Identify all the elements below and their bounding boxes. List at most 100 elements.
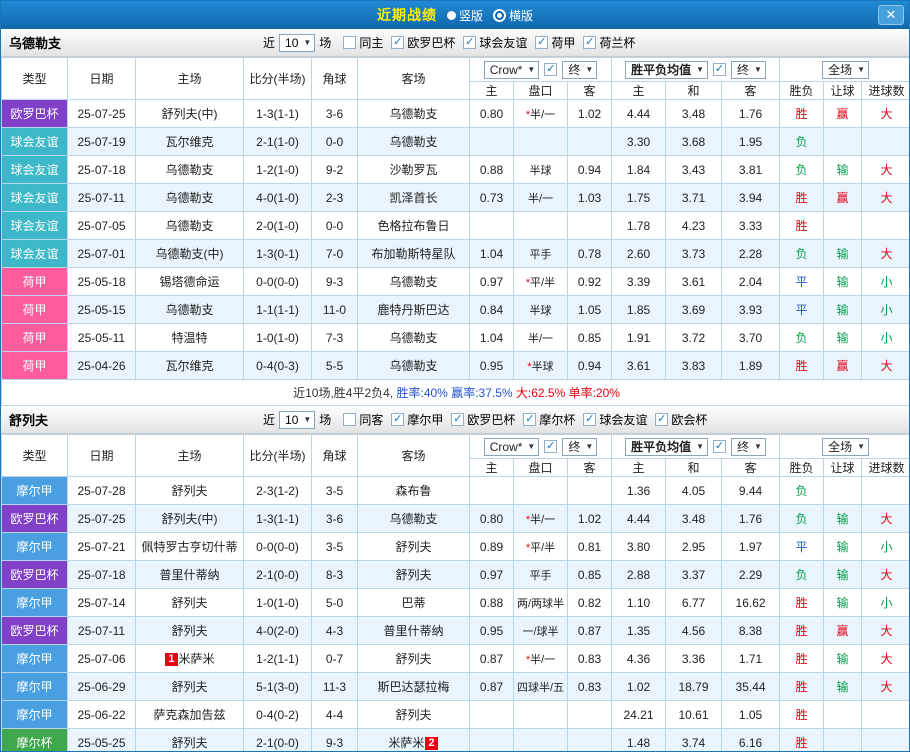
away-team-cell[interactable]: 凯泽首长	[358, 184, 470, 212]
score-cell[interactable]: 4-0(1-0)	[244, 184, 312, 212]
filter-checkbox-checked[interactable]	[463, 36, 476, 49]
away-team-cell[interactable]: 巴蒂	[358, 589, 470, 617]
filter-checkbox-checked[interactable]	[523, 413, 536, 426]
away-team-cell[interactable]: 沙勒罗瓦	[358, 156, 470, 184]
away-team-cell[interactable]: 舒列夫	[358, 701, 470, 729]
score-cell[interactable]: 1-2(1-1)	[244, 645, 312, 673]
away-team-cell[interactable]: 森布鲁	[358, 477, 470, 505]
home-team-cell[interactable]: 舒列夫(中)	[136, 505, 244, 533]
filter-checkbox-label[interactable]: 荷兰杯	[599, 34, 635, 51]
home-team-cell[interactable]: 舒列夫	[136, 729, 244, 752]
avg-final-select[interactable]: 终▼	[731, 438, 766, 456]
away-team-cell[interactable]: 普里什蒂纳	[358, 617, 470, 645]
filter-checkbox-label[interactable]: 同主	[359, 34, 383, 51]
filter-checkbox-checked[interactable]	[391, 36, 404, 49]
filter-checkbox-label[interactable]: 同客	[359, 411, 383, 428]
home-team-cell[interactable]: 瓦尔维克	[136, 128, 244, 156]
score-cell[interactable]: 4-0(2-0)	[244, 617, 312, 645]
filter-checkbox-checked[interactable]	[451, 413, 464, 426]
away-team-cell[interactable]: 乌德勒支	[358, 352, 470, 380]
match-count-select[interactable]: 10▼	[279, 411, 315, 429]
score-cell[interactable]: 2-3(1-2)	[244, 477, 312, 505]
away-team-cell[interactable]: 乌德勒支	[358, 100, 470, 128]
avg-final-select[interactable]: 终▼	[731, 61, 766, 79]
filter-checkbox-unchecked[interactable]	[343, 36, 356, 49]
odds-final-select[interactable]: 终▼	[562, 61, 597, 79]
score-cell[interactable]: 2-0(1-0)	[244, 212, 312, 240]
home-team-cell[interactable]: 普里什蒂纳	[136, 561, 244, 589]
scope-select[interactable]: 全场▼	[822, 61, 869, 79]
filter-checkbox-label[interactable]: 欧罗巴杯	[407, 34, 455, 51]
score-cell[interactable]: 1-3(1-1)	[244, 505, 312, 533]
view-mode-horizontal[interactable]: 横版	[493, 7, 533, 24]
filter-checkbox-label[interactable]: 球会友谊	[479, 34, 527, 51]
filter-checkbox-unchecked[interactable]	[343, 413, 356, 426]
filter-checkbox-checked[interactable]	[535, 36, 548, 49]
away-team-cell[interactable]: 乌德勒支	[358, 268, 470, 296]
score-cell[interactable]: 1-2(1-0)	[244, 156, 312, 184]
home-team-cell[interactable]: 乌德勒支	[136, 156, 244, 184]
close-button[interactable]: ✕	[878, 5, 904, 25]
home-team-cell[interactable]: 1米萨米	[136, 645, 244, 673]
filter-checkbox-label[interactable]: 荷甲	[551, 34, 575, 51]
away-team-cell[interactable]: 鹿特丹斯巴达	[358, 296, 470, 324]
home-team-cell[interactable]: 乌德勒支	[136, 184, 244, 212]
away-team-cell[interactable]: 舒列夫	[358, 561, 470, 589]
score-cell[interactable]: 2-1(0-0)	[244, 561, 312, 589]
filter-checkbox-checked[interactable]	[583, 36, 596, 49]
odds-company-select[interactable]: Crow*▼	[484, 61, 540, 79]
home-team-cell[interactable]: 乌德勒支(中)	[136, 240, 244, 268]
filter-checkbox-checked[interactable]	[583, 413, 596, 426]
score-cell[interactable]: 1-0(1-0)	[244, 589, 312, 617]
home-team-cell[interactable]: 舒列夫	[136, 477, 244, 505]
avg-final-checkbox-checked[interactable]	[713, 440, 726, 453]
home-team-cell[interactable]: 锡塔德命运	[136, 268, 244, 296]
score-cell[interactable]: 0-4(0-3)	[244, 352, 312, 380]
score-cell[interactable]: 1-1(1-1)	[244, 296, 312, 324]
filter-checkbox-label[interactable]: 球会友谊	[599, 411, 647, 428]
score-cell[interactable]: 1-0(1-0)	[244, 324, 312, 352]
home-team-cell[interactable]: 乌德勒支	[136, 296, 244, 324]
away-team-cell[interactable]: 舒列夫	[358, 533, 470, 561]
match-count-select[interactable]: 10▼	[279, 34, 315, 52]
away-team-cell[interactable]: 斯巴达瑟拉梅	[358, 673, 470, 701]
score-cell[interactable]: 0-4(0-2)	[244, 701, 312, 729]
score-cell[interactable]: 0-0(0-0)	[244, 533, 312, 561]
home-team-cell[interactable]: 舒列夫	[136, 617, 244, 645]
away-team-cell[interactable]: 乌德勒支	[358, 128, 470, 156]
home-team-cell[interactable]: 乌德勒支	[136, 212, 244, 240]
filter-checkbox-checked[interactable]	[655, 413, 668, 426]
scope-select[interactable]: 全场▼	[822, 438, 869, 456]
score-cell[interactable]: 0-0(0-0)	[244, 268, 312, 296]
home-team-cell[interactable]: 特温特	[136, 324, 244, 352]
away-team-cell[interactable]: 乌德勒支	[358, 505, 470, 533]
home-team-cell[interactable]: 舒列夫	[136, 673, 244, 701]
home-team-cell[interactable]: 舒列夫	[136, 589, 244, 617]
avg-final-checkbox-checked[interactable]	[713, 63, 726, 76]
filter-checkbox-label[interactable]: 欧罗巴杯	[467, 411, 515, 428]
score-cell[interactable]: 1-3(0-1)	[244, 240, 312, 268]
home-team-cell[interactable]: 萨克森加告兹	[136, 701, 244, 729]
home-team-cell[interactable]: 舒列夫(中)	[136, 100, 244, 128]
odds-final-checkbox-checked[interactable]	[544, 63, 557, 76]
filter-checkbox-label[interactable]: 摩尔甲	[407, 411, 443, 428]
view-mode-vertical[interactable]: 竖版	[447, 7, 483, 24]
home-team-cell[interactable]: 瓦尔维克	[136, 352, 244, 380]
avg-odds-select[interactable]: 胜平负均值▼	[625, 438, 708, 456]
home-team-cell[interactable]: 佩特罗古亨切什蒂	[136, 533, 244, 561]
odds-final-select[interactable]: 终▼	[562, 438, 597, 456]
away-team-cell[interactable]: 色格拉布鲁日	[358, 212, 470, 240]
away-team-cell[interactable]: 乌德勒支	[358, 324, 470, 352]
away-team-cell[interactable]: 舒列夫	[358, 645, 470, 673]
away-team-cell[interactable]: 布加勒斯特星队	[358, 240, 470, 268]
score-cell[interactable]: 2-1(0-0)	[244, 729, 312, 752]
score-cell[interactable]: 2-1(1-0)	[244, 128, 312, 156]
score-cell[interactable]: 5-1(3-0)	[244, 673, 312, 701]
odds-final-checkbox-checked[interactable]	[544, 440, 557, 453]
odds-company-select[interactable]: Crow*▼	[484, 438, 540, 456]
filter-checkbox-checked[interactable]	[391, 413, 404, 426]
avg-odds-select[interactable]: 胜平负均值▼	[625, 61, 708, 79]
filter-checkbox-label[interactable]: 摩尔杯	[539, 411, 575, 428]
score-cell[interactable]: 1-3(1-1)	[244, 100, 312, 128]
filter-checkbox-label[interactable]: 欧会杯	[671, 411, 707, 428]
